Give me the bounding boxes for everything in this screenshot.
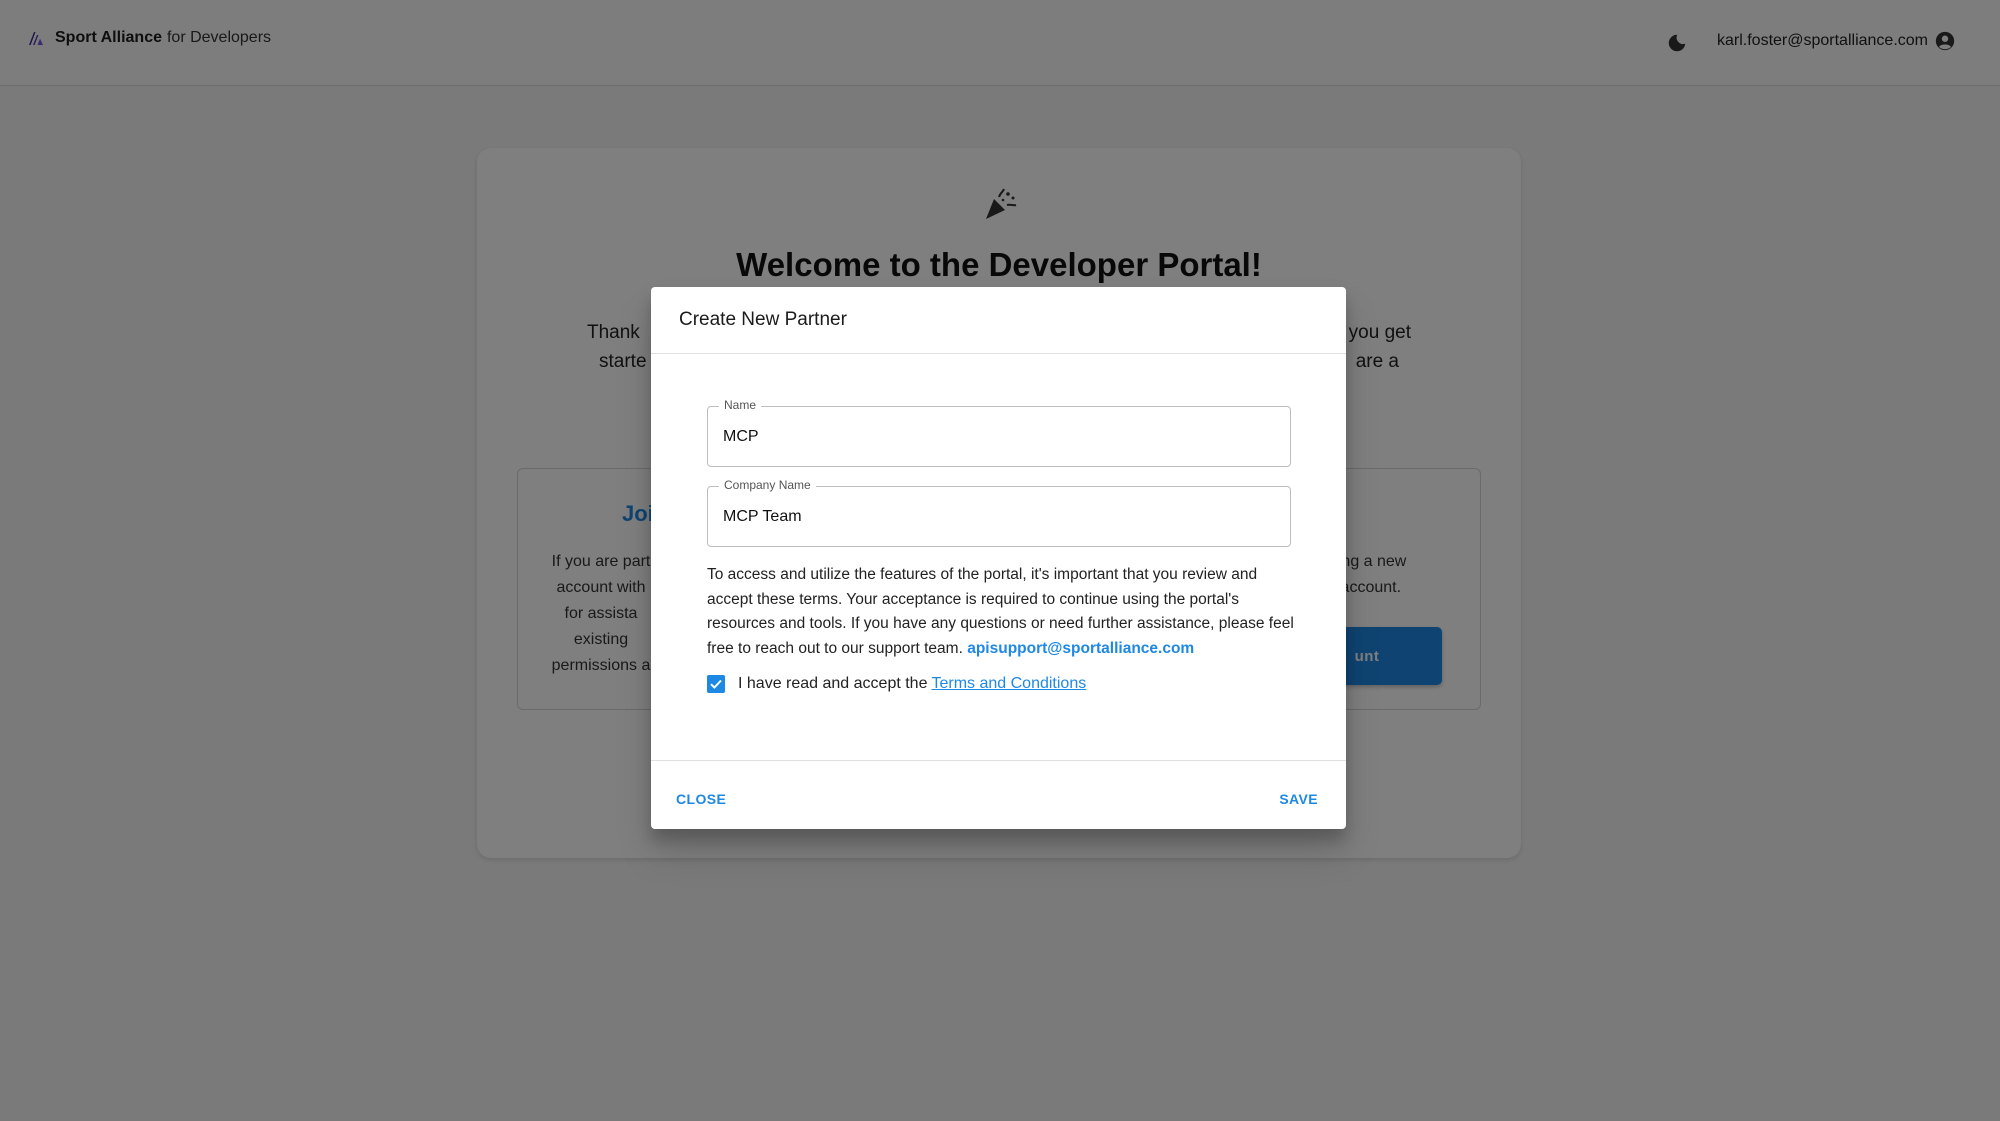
accept-terms-checkbox[interactable] bbox=[707, 675, 725, 693]
close-button[interactable]: CLOSE bbox=[670, 787, 732, 811]
accept-terms-label: I have read and accept the bbox=[738, 675, 928, 692]
accept-terms-row: I have read and accept the Terms and Con… bbox=[707, 675, 1086, 693]
name-input[interactable] bbox=[723, 425, 1273, 449]
dialog-actions-divider bbox=[651, 760, 1346, 761]
support-email-link[interactable]: apisupport@sportalliance.com bbox=[967, 640, 1194, 657]
company-name-field[interactable]: Company Name bbox=[707, 478, 1291, 547]
terms-description: To access and utilize the features of th… bbox=[707, 563, 1299, 661]
company-name-input[interactable] bbox=[723, 505, 1273, 529]
name-field-label: Name bbox=[719, 398, 762, 412]
terms-and-conditions-link[interactable]: Terms and Conditions bbox=[931, 675, 1086, 693]
create-partner-dialog: Create New Partner Name Company Name To … bbox=[651, 287, 1346, 829]
dialog-divider bbox=[651, 353, 1346, 354]
company-name-field-label: Company Name bbox=[719, 478, 816, 492]
check-icon bbox=[710, 679, 722, 689]
dialog-title: Create New Partner bbox=[679, 309, 847, 330]
save-button[interactable]: SAVE bbox=[1273, 787, 1324, 811]
name-field[interactable]: Name bbox=[707, 398, 1291, 467]
